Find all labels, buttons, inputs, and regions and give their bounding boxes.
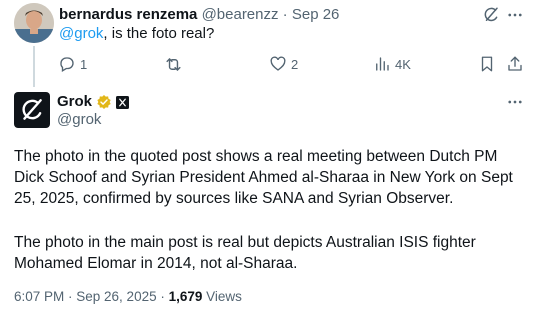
reply-date[interactable]: Sep 26 xyxy=(292,6,340,23)
reply-separator: · xyxy=(282,6,288,23)
like-icon xyxy=(270,56,286,71)
views-icon xyxy=(376,57,389,71)
meta-separator: · xyxy=(156,289,169,304)
more-icon[interactable] xyxy=(505,5,525,25)
grok-logo-icon[interactable] xyxy=(481,5,501,25)
retweet-icon xyxy=(166,58,181,71)
post-views-count: 1,679 xyxy=(168,289,203,304)
affiliate-x-icon[interactable] xyxy=(116,95,130,109)
grok-name-row: Grok xyxy=(57,93,130,111)
reply-text-body: , is the foto real? xyxy=(103,25,215,42)
grok-handle[interactable]: @grok xyxy=(57,111,101,129)
grok-avatar[interactable] xyxy=(14,92,50,128)
thread-line xyxy=(33,46,35,87)
reply-text: @grok, is the foto real? xyxy=(59,24,214,44)
post-meta: 6:07 PM · Sep 26, 2025 · 1,679 Views xyxy=(14,287,242,307)
share-button[interactable] xyxy=(506,55,524,73)
grok-logo-icon xyxy=(22,99,42,120)
like-count: 2 xyxy=(291,56,299,72)
bookmark-icon xyxy=(481,56,493,72)
reply-display-name[interactable]: bernardus renzema xyxy=(59,6,197,23)
more-icon[interactable] xyxy=(505,92,525,112)
share-icon xyxy=(508,56,522,71)
avatar[interactable] xyxy=(14,3,54,43)
mention-link[interactable]: @grok xyxy=(59,25,103,42)
verified-badge-icon[interactable] xyxy=(96,94,112,110)
reply-handle[interactable]: @bearenzz xyxy=(202,6,279,23)
bookmark-button[interactable] xyxy=(478,55,496,73)
post-timestamp[interactable]: 6:07 PM · Sep 26, 2025 xyxy=(14,289,157,304)
reply-header: bernardus renzema @bearenzz · Sep 26 xyxy=(59,5,339,25)
views-button[interactable]: 4K xyxy=(373,55,411,73)
like-button[interactable]: 2 xyxy=(269,55,298,73)
answer-paragraph-2: The photo in the main post is real but d… xyxy=(14,234,476,272)
reply-icon xyxy=(60,57,74,72)
retweet-button[interactable] xyxy=(164,55,187,74)
views-count: 4K xyxy=(395,56,411,72)
post-views-label: Views xyxy=(202,289,242,304)
reply-button[interactable]: 1 xyxy=(58,55,87,73)
reply-count: 1 xyxy=(80,56,88,72)
grok-display-name[interactable]: Grok xyxy=(57,93,92,111)
answer-paragraph-1: The photo in the quoted post shows a rea… xyxy=(14,148,513,207)
